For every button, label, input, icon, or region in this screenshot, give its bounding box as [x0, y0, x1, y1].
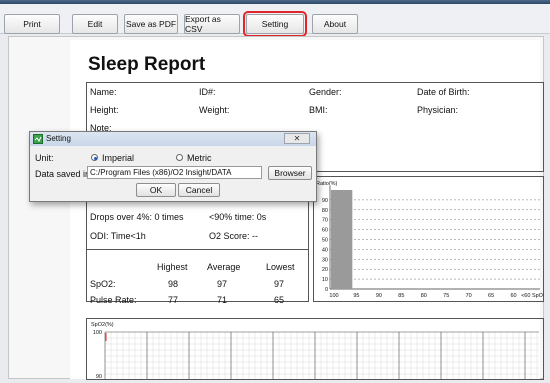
pulse-average: 71: [217, 295, 228, 305]
ratio-ytick: 30: [322, 257, 328, 263]
print-button[interactable]: Print: [4, 14, 60, 34]
data-saved-label: Data saved in:: [35, 169, 93, 179]
pulse-row-label: Pulse Rate:: [90, 295, 137, 305]
about-button[interactable]: About: [312, 14, 358, 34]
export-csv-button[interactable]: Export as CSV: [184, 14, 240, 34]
spo2-average: 97: [217, 279, 228, 289]
report-title: Sleep Report: [88, 54, 206, 75]
header-average: Average: [207, 262, 241, 272]
below90-text: <90% time: 0s: [209, 212, 267, 222]
ratio-xtick: 90: [376, 293, 382, 299]
setting-dialog: Setting ✕ Unit: Imperial Metric Data sav…: [29, 131, 317, 202]
pulse-lowest: 65: [274, 295, 285, 305]
ratio-xtick: 60: [510, 293, 516, 299]
weight-label: Weight:: [199, 105, 230, 115]
ratio-ytick: 20: [322, 267, 328, 273]
gender-label: Gender:: [309, 87, 342, 97]
spo2-chart-svg: SpO2(%) 100 90: [91, 322, 539, 380]
ratio-ytick: 60: [322, 228, 328, 234]
ratio-ylabel: Ratio(%): [316, 181, 338, 187]
spo2-trend-chart: SpO2(%) 100 90: [86, 318, 544, 380]
physician-label: Physician:: [417, 105, 459, 115]
ratio-xtick: 80: [421, 293, 427, 299]
spo2-lowest: 97: [274, 279, 285, 289]
ok-button[interactable]: OK: [136, 183, 176, 197]
header-lowest: Lowest: [266, 262, 295, 272]
metric-radio[interactable]: [176, 154, 183, 161]
metric-label[interactable]: Metric: [187, 153, 212, 163]
imperial-radio[interactable]: [91, 154, 98, 161]
ratio-xtick: 65: [488, 293, 494, 299]
browser-button[interactable]: Browser: [268, 166, 312, 180]
odi-text: ODI: Time<1h: [90, 231, 146, 241]
ratio-chart-svg: Ratio(%) 0 10 20 30 40 50 60 70 80 90 100 95 90 85 80 75…: [316, 181, 543, 299]
spo2-ytick: 100: [93, 330, 102, 336]
app-icon: [33, 134, 43, 144]
spo2-highest: 98: [168, 279, 179, 289]
name-label: Name:: [90, 87, 117, 97]
ratio-bar: [331, 190, 353, 289]
dialog-title: Setting: [46, 134, 71, 143]
stats-divider: [87, 249, 308, 250]
setting-button[interactable]: Setting: [243, 11, 307, 37]
ratio-xtick: 95: [353, 293, 359, 299]
ratio-xtick: 85: [398, 293, 404, 299]
dialog-titlebar[interactable]: Setting ✕: [30, 132, 316, 146]
cancel-button[interactable]: Cancel: [178, 183, 220, 197]
ratio-ytick: 70: [322, 218, 328, 224]
ratio-ytick: 40: [322, 247, 328, 253]
imperial-label[interactable]: Imperial: [102, 153, 134, 163]
dob-label: Date of Birth:: [417, 87, 470, 97]
toolbar: Print Edit Save as PDF Export as CSV Set…: [0, 4, 550, 37]
height-label: Height:: [90, 105, 119, 115]
save-pdf-button[interactable]: Save as PDF: [124, 14, 178, 34]
drops-text: Drops over 4%: 0 times: [90, 212, 184, 222]
ratio-xtick: 70: [466, 293, 472, 299]
header-highest: Highest: [157, 262, 188, 272]
unit-label: Unit:: [35, 153, 54, 163]
edit-button[interactable]: Edit: [72, 14, 118, 34]
id-label: ID#:: [199, 87, 216, 97]
pulse-highest: 77: [168, 295, 179, 305]
spo2-row-label: SpO2:: [90, 279, 116, 289]
ratio-xtick: 75: [443, 293, 449, 299]
ratio-ytick: 50: [322, 238, 328, 244]
bmi-label: BMI:: [309, 105, 328, 115]
o2score-text: O2 Score: --: [209, 231, 259, 241]
ratio-xtick: 100: [329, 293, 338, 299]
ratio-xtick: <60 SpO2%: [521, 293, 543, 299]
ratio-chart: Ratio(%) 0 10 20 30 40 50 60 70 80 90 100 95 90 85 80 75…: [313, 176, 544, 302]
ratio-ytick: 80: [322, 208, 328, 214]
ratio-ytick: 0: [325, 287, 328, 293]
close-icon[interactable]: ✕: [284, 133, 310, 144]
spo2-ytick: 90: [96, 374, 102, 379]
ratio-ytick: 10: [322, 277, 328, 283]
ratio-ytick: 90: [322, 198, 328, 204]
data-path-field[interactable]: C:/Program Files (x86)/O2 Insight/DATA: [87, 166, 262, 179]
spo2-ylabel: SpO2(%): [91, 322, 114, 328]
